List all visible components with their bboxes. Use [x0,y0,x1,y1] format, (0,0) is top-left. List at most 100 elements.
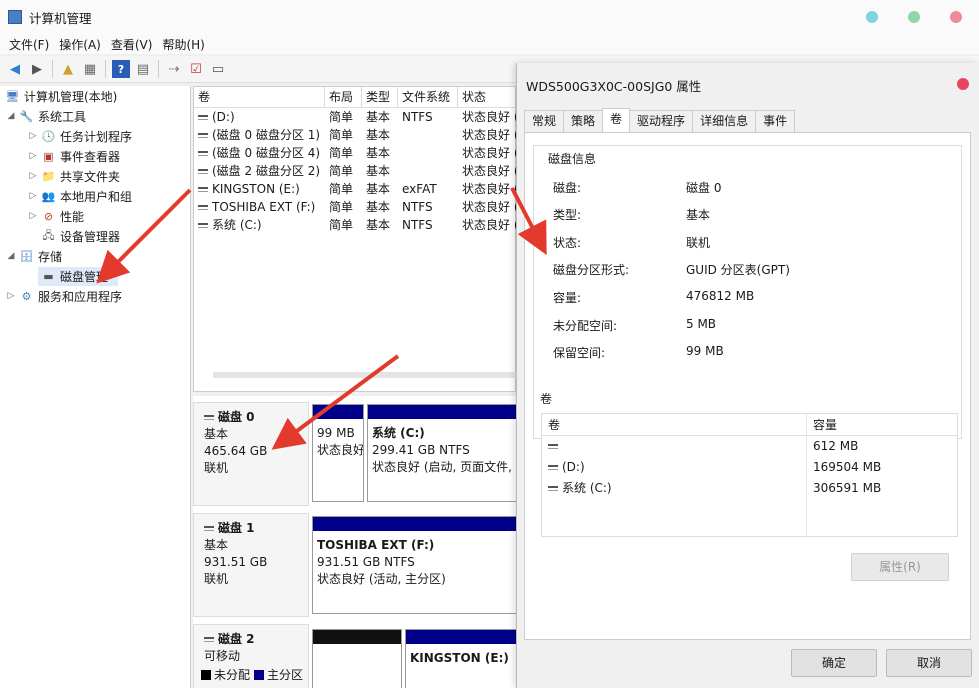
tree-item-services[interactable]: ▷ ⚙ 服务和应用程序 [6,286,122,306]
table-row[interactable]: KINGSTON (E:) 简单 基本 exFAT 状态良好 ( [194,180,519,198]
collapsed-arrow-icon[interactable]: ▷ [28,131,38,141]
volume-type: 基本 [366,200,391,214]
disk-0-partition-1[interactable]: 99 MB 状态良好 [312,404,364,502]
table-row[interactable]: (磁盘 0 磁盘分区 1) 简单 基本 状态良好 ( [194,126,519,144]
action-pane-icon[interactable]: ▤ [134,60,152,78]
disk-0-partition-c[interactable]: 系统 (C:) 299.41 GB NTFS 状态良好 (启动, 页面文件, [367,404,516,502]
close-button[interactable] [950,11,962,23]
tree-item-disk-management[interactable]: ▬ 磁盘管理 [38,266,108,286]
table-row[interactable]: 系统 (C:) 306591 MB [542,479,957,499]
table-row[interactable]: (磁盘 0 磁盘分区 4) 简单 基本 状态良好 ( [194,144,519,162]
connect-icon[interactable]: ⇢ [165,60,183,78]
disk-2-partition-1[interactable] [312,629,402,688]
disk-1-info[interactable]: 磁盘 1 基本 931.51 GB 联机 [193,513,309,617]
collapsed-arrow-icon[interactable]: ▷ [28,191,38,201]
tree-item-storage[interactable]: ◢ 🗄 存储 [6,246,62,266]
console-icon[interactable]: ▭ [209,60,227,78]
menu-view[interactable]: 查看(V) [106,36,158,53]
tree-item-root[interactable]: 🖥 计算机管理(本地) [2,86,118,106]
table-row[interactable]: (磁盘 2 磁盘分区 2) 简单 基本 状态良好 ( [194,162,519,180]
menu-bar: 文件(F) 操作(A) 查看(V) 帮助(H) [0,34,979,54]
forward-arrow-icon[interactable]: ▶ [28,60,46,78]
properties-button[interactable]: 属性(R) [851,553,949,581]
partition-body: KINGSTON (E:) [410,650,509,667]
volume-name: (磁盘 2 磁盘分区 2) [194,162,325,180]
tree-item-performance[interactable]: ▷ ⊘ 性能 [28,206,84,226]
up-folder-icon[interactable]: ▲ [59,60,77,78]
collapsed-arrow-icon[interactable]: ▷ [28,151,38,161]
table-row[interactable]: (D:) 简单 基本 NTFS 状态良好 ( [194,108,519,126]
menu-action[interactable]: 操作(A) [54,36,106,53]
info-label-status: 状态: [553,236,582,250]
drive-icon [198,223,208,228]
tab-details[interactable]: 详细信息 [692,110,757,132]
tree-item-task-scheduler[interactable]: ▷ 🕓 任务计划程序 [28,126,132,146]
menu-file[interactable]: 文件(F) [4,36,54,53]
cancel-button[interactable]: 取消 [886,649,972,677]
drive-icon [548,465,558,470]
collapsed-arrow-icon[interactable]: ▷ [6,291,16,301]
col-layout[interactable]: 布局 [325,87,362,108]
info-value-unallocated: 5 MB [686,317,717,331]
collapsed-arrow-icon[interactable]: ▷ [28,211,38,221]
drive-icon [198,187,208,192]
tree-item-device-manager[interactable]: 🖧 设备管理器 [38,226,120,246]
tree-item-local-users[interactable]: ▷ 👥 本地用户和组 [28,186,132,206]
show-hide-tree-icon[interactable]: ▦ [81,60,99,78]
col-type[interactable]: 类型 [362,87,398,108]
menu-help[interactable]: 帮助(H) [157,36,209,53]
tab-general[interactable]: 常规 [524,110,565,132]
info-label-disk: 磁盘: [553,181,582,195]
ok-button[interactable]: 确定 [791,649,877,677]
expanded-arrow-icon[interactable]: ◢ [6,111,16,121]
unallocated-swatch [201,669,211,680]
storage-label: 存储 [38,249,63,264]
tab-policies[interactable]: 策略 [563,110,604,132]
col-status[interactable]: 状态 [458,87,518,108]
tree-item-event-viewer[interactable]: ▷ ▣ 事件查看器 [28,146,120,166]
table-row[interactable]: 612 MB [542,437,957,457]
disk-2-partition-e[interactable]: KINGSTON (E:) [405,629,516,688]
table-row[interactable]: 系统 (C:) 简单 基本 NTFS 状态良好 ( [194,216,519,234]
disk-management-icon: ▬ [43,269,54,283]
tab-events[interactable]: 事件 [755,110,796,132]
expanded-arrow-icon[interactable]: ◢ [6,251,16,261]
table-row[interactable]: TOSHIBA EXT (F:) 简单 基本 NTFS 状态良好 ( [194,198,519,216]
volume-fs [398,144,402,162]
vol-col-capacity[interactable]: 容量 [807,414,837,436]
col-filesystem[interactable]: 文件系统 [398,87,458,108]
drive-icon [198,115,208,120]
dialog-close-button[interactable] [957,78,969,90]
disk-1-status: 联机 [204,572,229,586]
device-manager-label: 设备管理器 [60,229,121,244]
tab-driver[interactable]: 驱动程序 [629,110,694,132]
check-icon[interactable]: ☑ [187,60,205,78]
disk-1-type: 基本 [204,538,229,552]
tab-volumes[interactable]: 卷 [602,108,631,132]
event-viewer-label: 事件查看器 [60,149,121,164]
task-scheduler-label: 任务计划程序 [60,129,133,144]
disk-0-info[interactable]: 磁盘 0 基本 465.64 GB 联机 [193,402,309,506]
horizontal-scrollbar[interactable] [213,372,516,378]
volume-type: 基本 [366,128,391,142]
table-row[interactable]: (D:) 169504 MB [542,458,957,478]
toolbar-separator [158,60,159,78]
collapsed-arrow-icon[interactable]: ▷ [28,171,38,181]
volume-layout: 简单 [329,110,354,124]
toolbar-separator [52,60,53,78]
info-value-disk: 磁盘 0 [686,181,722,195]
info-label-unallocated: 未分配空间: [553,319,618,333]
minimize-button[interactable] [866,11,878,23]
back-arrow-icon[interactable]: ◀ [6,60,24,78]
tree-item-system-tools[interactable]: ◢ 🔧 系统工具 [6,106,86,126]
disk-1-partition-f[interactable]: TOSHIBA EXT (F:) 931.51 GB NTFS 状态良好 (活动… [312,516,516,614]
disk-0-type: 基本 [204,427,229,441]
help-icon[interactable]: ? [112,60,130,78]
col-volume[interactable]: 卷 [194,87,325,108]
tree-item-shared-folders[interactable]: ▷ 📁 共享文件夹 [28,166,120,186]
volume-name-text: (磁盘 0 磁盘分区 4) [212,146,321,160]
vol-col-volume[interactable]: 卷 [542,414,560,436]
disk-icon [204,526,214,531]
volume-name-text: (D:) [212,110,235,124]
maximize-button[interactable] [908,11,920,23]
